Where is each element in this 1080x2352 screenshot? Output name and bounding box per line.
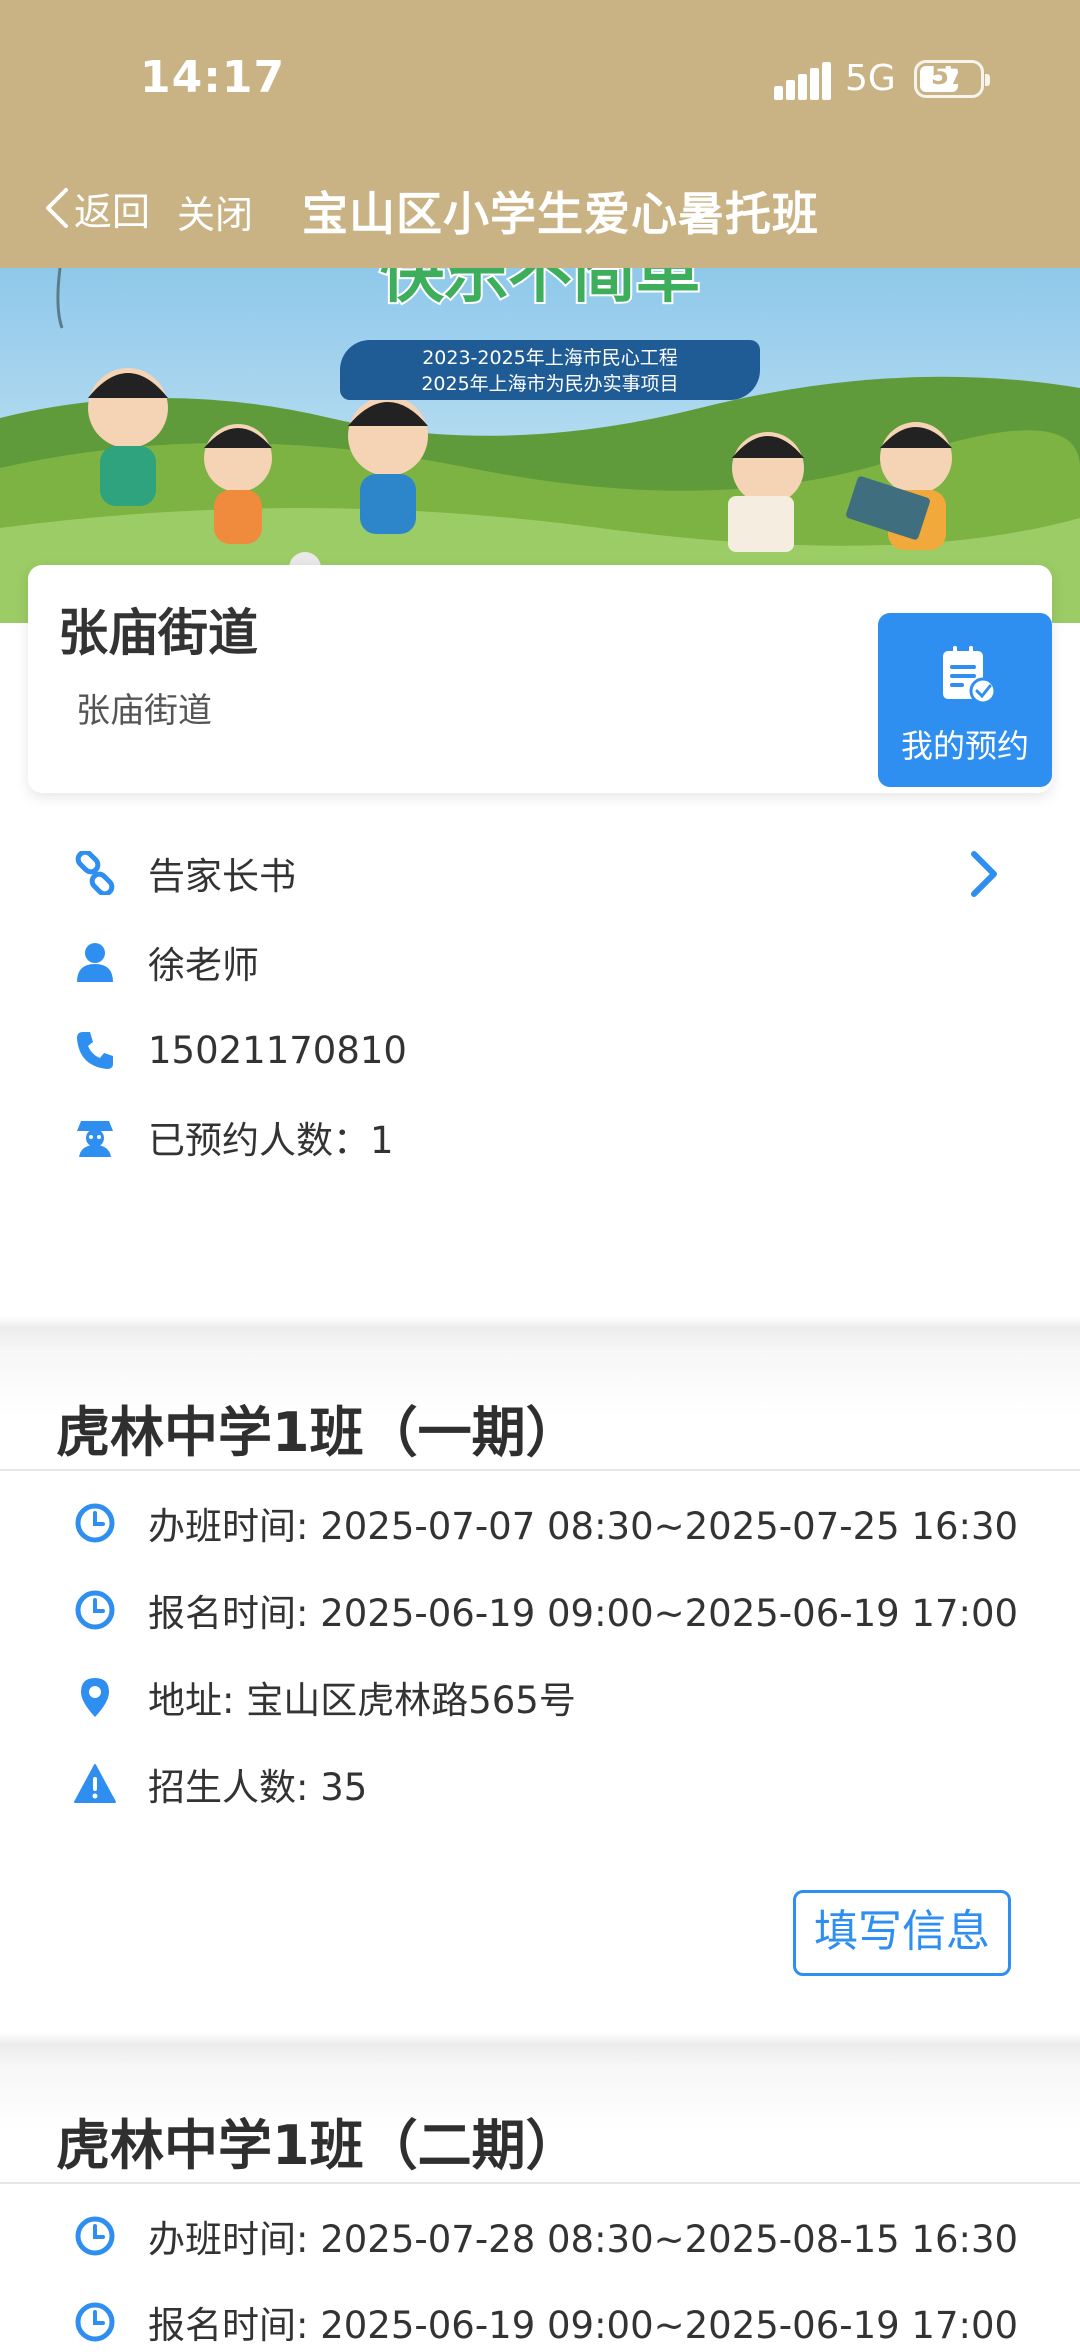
warning-icon [68,1757,122,1811]
phone-number: 15021170810 [148,1028,407,1072]
phone-row[interactable]: 15021170810 [68,1020,407,1080]
section-divider [0,1316,1080,1346]
class-title: 虎林中学1班（二期） [56,2114,580,2177]
link-icon [68,846,122,900]
clock-icon [68,1583,122,1637]
section-divider [0,2032,1080,2062]
status-time: 14:17 [140,52,286,103]
class-time-row: 办班时间: 2025-07-28 08:30~2025-08-15 16:30 [68,2206,1018,2266]
booked-count: 已预约人数：1 [148,1119,394,1162]
chevron-right-icon[interactable] [966,846,1002,902]
battery-icon: 57 [914,60,990,98]
class-time-row: 办班时间: 2025-07-07 08:30~2025-07-25 16:30 [68,1493,1018,1553]
parent-letter-label: 告家长书 [148,855,296,898]
class-address: 地址: 宝山区虎林路565号 [148,1679,576,1722]
clipboard-check-icon [943,646,997,705]
chevron-left-icon [46,188,68,228]
capacity-row: 招生人数: 35 [68,1754,367,1814]
booked-count-row: 已预约人数：1 [68,1107,394,1167]
close-button[interactable]: 关闭 [177,184,253,239]
fill-info-button[interactable]: 填写信息 [793,1890,1011,1976]
teacher-row: 徐老师 [68,932,259,992]
network-type: 5G [845,58,896,99]
address-row: 地址: 宝山区虎林路565号 [68,1667,576,1727]
banner-badge-line1: 2023-2025年上海市民心工程 [422,347,678,369]
signup-time-row: 报名时间: 2025-06-19 09:00~2025-06-19 17:00 [68,2292,1018,2352]
my-booking-label: 我的预约 [900,727,1029,765]
user-icon [68,935,122,989]
banner-badge-line2: 2025年上海市为民办实事项目 [421,373,679,395]
header-bar: 14:17 5G 57 返回 关闭 宝山区小学生爱心暑托班 [0,0,1080,269]
clock-icon [68,1496,122,1550]
back-label: 返回 [74,189,151,234]
class-capacity: 招生人数: 35 [148,1766,368,1809]
class-title: 虎林中学1班（一期） [56,1401,580,1464]
back-button[interactable]: 返回 [44,180,150,236]
phone-icon [68,1023,122,1077]
location-pin-icon [68,1670,122,1724]
divider [0,1469,1080,1471]
class-time: 办班时间: 2025-07-28 08:30~2025-08-15 16:30 [148,2218,1019,2261]
people-icon [68,1110,122,1164]
divider [0,2182,1080,2184]
signal-icon [774,62,831,100]
page-title: 宝山区小学生爱心暑托班 [302,187,819,241]
parent-letter-row[interactable]: 告家长书 [68,843,296,903]
clock-icon [68,2209,122,2263]
my-booking-button[interactable]: 我的预约 [878,613,1052,787]
class-time: 办班时间: 2025-07-07 08:30~2025-07-25 16:30 [148,1505,1019,1548]
banner-headline: 快乐不简单 [380,268,700,312]
venue-title: 张庙街道 [58,604,258,662]
venue-subtitle: 张庙街道 [76,691,212,731]
signup-time-row: 报名时间: 2025-06-19 09:00~2025-06-19 17:00 [68,1580,1018,1640]
signup-time: 报名时间: 2025-06-19 09:00~2025-06-19 17:00 [148,1592,1019,1635]
banner-badge: 2023-2025年上海市民心工程 2025年上海市为民办实事项目 [340,340,760,400]
teacher-name: 徐老师 [148,944,259,987]
battery-level: 57 [930,61,968,91]
